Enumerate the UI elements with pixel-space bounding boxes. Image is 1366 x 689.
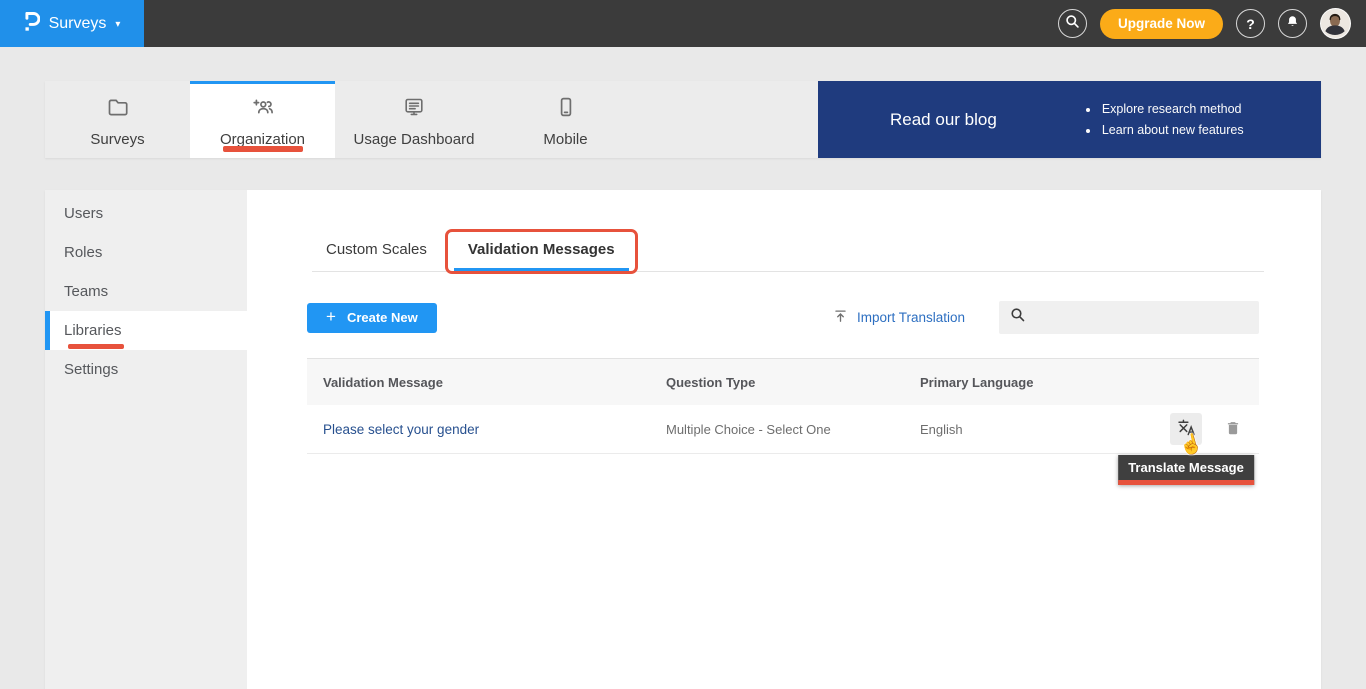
- column-header-primary-language: Primary Language: [920, 375, 1170, 390]
- toolbar: + Create New Import Translation: [307, 301, 1259, 334]
- sidebar-item-roles[interactable]: Roles: [45, 233, 247, 272]
- search-button[interactable]: [1058, 9, 1087, 38]
- tab-organization[interactable]: Organization: [190, 81, 335, 158]
- brand-menu[interactable]: Surveys ▾: [0, 0, 144, 47]
- banner-bullet: Learn about new features: [1100, 120, 1244, 141]
- tab-label: Usage Dashboard: [354, 131, 475, 148]
- chevron-down-icon: ▾: [115, 19, 120, 30]
- user-avatar[interactable]: [1320, 8, 1351, 39]
- sidebar-item-settings[interactable]: Settings: [45, 350, 247, 389]
- table-header: Validation Message Question Type Primary…: [307, 358, 1259, 405]
- help-button[interactable]: ?: [1236, 9, 1265, 38]
- sidebar-item-libraries[interactable]: Libraries: [45, 311, 247, 350]
- validation-messages-table: Validation Message Question Type Primary…: [307, 358, 1259, 454]
- delete-button[interactable]: [1221, 413, 1245, 445]
- table-row: Please select your gender Multiple Choic…: [307, 405, 1259, 454]
- libraries-content: Custom Scales Validation Messages + Crea…: [247, 232, 1321, 454]
- upgrade-now-button[interactable]: Upgrade Now: [1100, 9, 1223, 39]
- notifications-button[interactable]: [1278, 9, 1307, 38]
- topbar: Surveys ▾ Upgrade Now ?: [0, 0, 1366, 47]
- annotation-underline-libraries: [68, 344, 124, 349]
- tooltip-label: Translate Message: [1128, 460, 1244, 475]
- banner-bullet: Explore research method: [1100, 99, 1244, 120]
- translate-message-button[interactable]: ☝ Translate Message: [1170, 413, 1202, 445]
- tab-label: Surveys: [90, 131, 144, 148]
- smartphone-icon: [554, 95, 578, 124]
- upload-icon: [833, 308, 848, 327]
- plus-icon: +: [326, 307, 336, 327]
- import-translation-link[interactable]: Import Translation: [833, 308, 965, 327]
- product-switcher-label: Surveys: [49, 15, 107, 33]
- tab-label: Organization: [220, 131, 305, 148]
- sidebar-item-teams[interactable]: Teams: [45, 272, 247, 311]
- tab-label: Mobile: [543, 131, 587, 148]
- bell-icon: [1285, 14, 1300, 34]
- banner-title: Read our blog: [890, 110, 997, 130]
- annotation-underline-organization: [223, 146, 303, 152]
- questionpro-logo-icon: [24, 10, 40, 38]
- tab-mobile[interactable]: Mobile: [493, 81, 638, 158]
- sidebar-item-users[interactable]: Users: [45, 194, 247, 233]
- tab-surveys[interactable]: Surveys: [45, 81, 190, 158]
- search-icon: [1010, 307, 1026, 328]
- toolbar-right: Import Translation: [833, 301, 1259, 334]
- tab-label: Validation Messages: [468, 241, 615, 258]
- column-header-question-type: Question Type: [666, 375, 920, 390]
- create-new-button[interactable]: + Create New: [307, 303, 437, 333]
- topbar-actions: Upgrade Now ?: [1058, 8, 1366, 39]
- library-tabs: Custom Scales Validation Messages: [312, 232, 1264, 272]
- settings-sidebar: Users Roles Teams Libraries Settings: [45, 190, 247, 689]
- trash-icon: [1224, 418, 1242, 440]
- avatar-photo: [1321, 9, 1349, 37]
- blog-promo-banner[interactable]: Read our blog Explore research method Le…: [818, 81, 1321, 158]
- row-actions: ☝ Translate Message: [1170, 405, 1259, 453]
- module-tabs: Surveys Organization: [45, 81, 818, 158]
- translate-message-tooltip: Translate Message: [1118, 455, 1254, 485]
- tab-validation-messages[interactable]: Validation Messages: [454, 232, 629, 271]
- validation-message-link[interactable]: Please select your gender: [323, 422, 666, 437]
- import-translation-label: Import Translation: [857, 310, 965, 325]
- person-add-icon: [251, 95, 275, 124]
- tab-usage-dashboard[interactable]: Usage Dashboard: [335, 81, 493, 158]
- table-search: [999, 301, 1259, 334]
- create-new-label: Create New: [347, 310, 418, 325]
- question-type-cell: Multiple Choice - Select One: [666, 422, 920, 437]
- dashboard-icon: [402, 95, 426, 124]
- language-cell: English: [920, 422, 1170, 437]
- main-panel: Users Roles Teams Libraries Settings Cus…: [45, 190, 1321, 689]
- column-header-validation-message: Validation Message: [323, 375, 666, 390]
- sidebar-item-label: Libraries: [64, 322, 122, 339]
- banner-bullet-list: Explore research method Learn about new …: [1085, 99, 1244, 141]
- tab-custom-scales[interactable]: Custom Scales: [312, 232, 441, 271]
- search-input[interactable]: [1034, 310, 1259, 325]
- search-icon: [1065, 14, 1080, 34]
- translate-icon: [1176, 417, 1197, 441]
- question-mark-icon: ?: [1246, 16, 1255, 32]
- folder-icon: [106, 95, 130, 124]
- module-nav: Surveys Organization: [45, 81, 1321, 158]
